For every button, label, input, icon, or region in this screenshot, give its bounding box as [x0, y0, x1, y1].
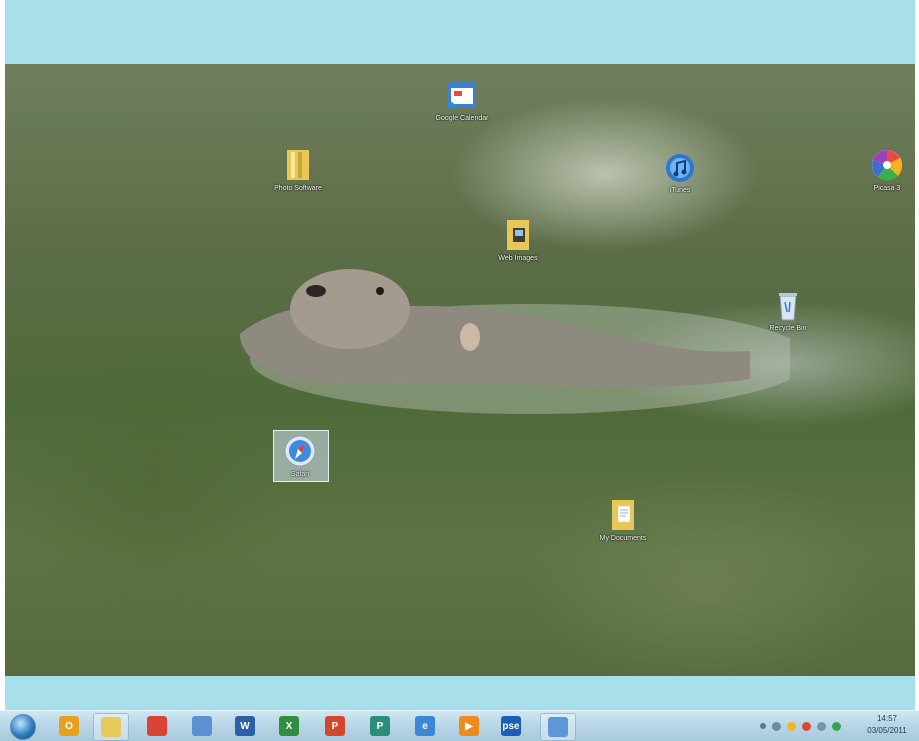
network-icon	[192, 716, 212, 736]
icon-label: Recycle Bin	[769, 325, 807, 332]
safari-icon	[284, 435, 316, 467]
taskbar-button-network[interactable]	[185, 713, 219, 739]
desktop-background[interactable]: Google Calendar Photo Software iTunes Pi…	[5, 64, 915, 676]
pse-icon: pse	[501, 716, 521, 736]
explorer-icon	[101, 717, 121, 737]
taskbar-button-publisher[interactable]: P	[363, 713, 397, 739]
desktop-icon-web-images[interactable]: Web Images	[483, 218, 553, 263]
clock-time: 14:57	[876, 714, 898, 723]
desktop-icon-picasa[interactable]: Picasa 3	[857, 148, 915, 193]
icon-label: Web Images	[498, 255, 538, 262]
outlook-icon: O	[59, 716, 79, 736]
desktop-icon-recycle-bin[interactable]: Recycle Bin	[753, 290, 823, 333]
show-hidden-icons-icon[interactable]	[760, 723, 766, 729]
taskbar-button-explorer[interactable]	[93, 713, 129, 741]
update-icon[interactable]	[787, 721, 796, 731]
icon-label: My Documents	[599, 535, 647, 542]
taskbar-button-outlook[interactable]: O	[52, 713, 86, 739]
recycle-bin-icon	[779, 293, 797, 321]
desktop-icon-itunes[interactable]: iTunes	[645, 152, 715, 195]
network-icon[interactable]	[817, 721, 826, 731]
remote-desktop-icon	[548, 717, 568, 737]
chrome-icon	[147, 716, 167, 736]
calendar-app-icon	[448, 82, 476, 110]
taskbar-button-chrome[interactable]	[140, 713, 174, 739]
powerpoint-icon: P	[325, 716, 345, 736]
taskbar-clock[interactable]: 14:57 03/05/2011	[861, 713, 913, 737]
taskbar-button-ie[interactable]: e	[408, 713, 442, 739]
taskbar-button-excel[interactable]: X	[272, 713, 306, 739]
taskbar-button-media-player[interactable]: ▶	[452, 713, 486, 739]
ie-icon: e	[415, 716, 435, 736]
taskbar-button-pse[interactable]: pse	[494, 713, 528, 739]
picasa-icon	[872, 150, 903, 181]
clock-date: 03/05/2011	[867, 726, 907, 735]
taskbar: O W X P Pe ▶ pse 14:57 03/05/2011	[0, 710, 919, 741]
desktop-icon-google-calendar[interactable]: Google Calendar	[427, 80, 497, 123]
itunes-icon	[666, 154, 694, 182]
bottom-border-band	[5, 676, 915, 710]
publisher-icon: P	[370, 716, 390, 736]
folder-icon	[612, 500, 634, 530]
excel-icon: X	[279, 716, 299, 736]
desktop-icon-my-documents[interactable]: My Documents	[588, 498, 658, 543]
desktop-icon-photo-software[interactable]: Photo Software	[263, 148, 333, 193]
taskbar-button-powerpoint[interactable]: P	[318, 713, 352, 739]
power-icon[interactable]	[832, 721, 841, 731]
volume-icon[interactable]	[772, 721, 781, 731]
security-icon[interactable]	[802, 721, 811, 731]
media-player-icon: ▶	[459, 716, 479, 736]
start-button[interactable]	[10, 714, 36, 740]
icon-label: Google Calendar	[435, 115, 489, 122]
desktop-icon-safari[interactable]: Safari	[265, 430, 335, 482]
taskbar-button-word[interactable]: W	[228, 713, 262, 739]
icon-label: iTunes	[669, 187, 691, 194]
folder-icon	[287, 150, 309, 180]
folder-icon	[507, 220, 529, 250]
icon-label: Safari	[290, 471, 310, 478]
word-icon: W	[235, 716, 255, 736]
taskbar-button-remote-desktop[interactable]	[540, 713, 576, 741]
otter-wallpaper-figure	[240, 269, 790, 414]
icon-label: Photo Software	[274, 185, 322, 192]
icon-label: Picasa 3	[873, 185, 901, 192]
top-border-band	[5, 0, 915, 64]
system-tray	[760, 720, 841, 732]
